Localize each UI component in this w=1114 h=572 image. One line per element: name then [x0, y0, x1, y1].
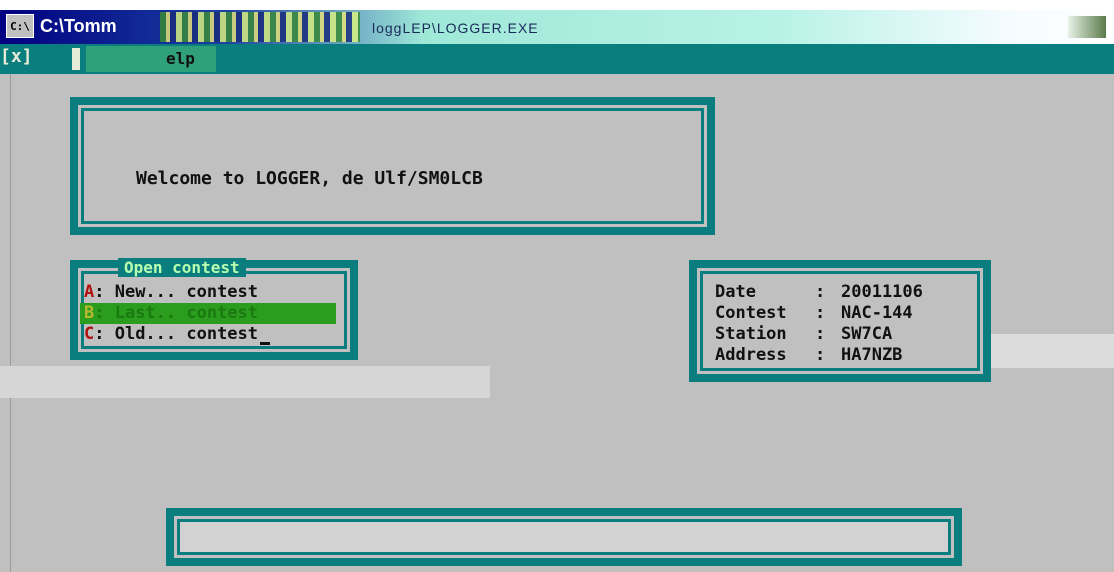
window-controls[interactable] [1068, 16, 1106, 38]
left-edge [0, 74, 11, 572]
info-label: Station [715, 324, 787, 344]
info-separator: : [815, 324, 826, 344]
info-label: Contest [715, 303, 787, 323]
status-input-panel [166, 508, 962, 566]
menu-cursor-block [72, 48, 80, 70]
option-key: B [84, 303, 95, 323]
option-key: A [84, 282, 95, 302]
title-bar-artifact [160, 12, 360, 42]
welcome-message: Welcome to LOGGER, de Ulf/SM0LCB [136, 168, 483, 189]
option-label: : New... contest [94, 282, 259, 302]
close-marker[interactable]: [x] [0, 46, 33, 67]
info-row-contest: Contest: NAC-144 [715, 303, 923, 324]
option-last-contest[interactable]: B: Last.. contest [80, 303, 336, 324]
open-contest-panel: Open contest A: New... contest B: Last..… [70, 258, 358, 360]
contest-info-panel: Date:20011106 Contest: NAC-144 Station: SW… [689, 260, 991, 382]
window-exe-name: loggLEP\LOGGER.EXE [372, 20, 539, 36]
info-row-station: Station: SW7CA [715, 324, 923, 345]
option-new-contest[interactable]: A: New... contest [80, 282, 336, 303]
command-prompt-icon[interactable]: C:\ [6, 14, 34, 38]
window-title: C:\Tomm [40, 16, 117, 36]
screen-artifact-band [0, 366, 490, 398]
info-value: HA7NZB [841, 345, 903, 365]
option-key: C [84, 324, 95, 344]
menu-bar: [x] elp [0, 44, 1114, 74]
info-separator: : [815, 345, 826, 365]
info-row-date: Date:20011106 [715, 282, 923, 303]
info-value: SW7CA [841, 324, 893, 344]
info-label: Address [715, 345, 787, 365]
welcome-panel: Welcome to LOGGER, de Ulf/SM0LCB [70, 97, 715, 235]
contest-info-grid: Date:20011106 Contest: NAC-144 Station: SW… [715, 282, 923, 366]
screen-artifact-band-right [990, 334, 1114, 368]
info-row-address: Address: HA7NZB [715, 345, 923, 366]
option-label: : Old... contest [94, 324, 259, 344]
open-contest-title: Open contest [118, 258, 246, 277]
contest-options-list: A: New... contest B: Last.. contest C: O… [80, 282, 336, 345]
title-bar[interactable]: C:\ C:\Tomm loggLEP\LOGGER.EXE [0, 0, 1114, 44]
info-value: NAC-144 [841, 303, 913, 323]
option-old-contest[interactable]: C: Old... contest [80, 324, 336, 345]
menu-help[interactable]: elp [86, 46, 216, 72]
text-cursor [260, 342, 271, 345]
option-label: : Last.. contest [94, 303, 259, 323]
status-input-field[interactable] [180, 522, 948, 552]
info-label: Date [715, 282, 756, 302]
info-value: 20011106 [841, 282, 923, 302]
info-separator: : [815, 282, 826, 302]
menu-help-label: elp [166, 49, 195, 68]
info-separator: : [815, 303, 826, 323]
